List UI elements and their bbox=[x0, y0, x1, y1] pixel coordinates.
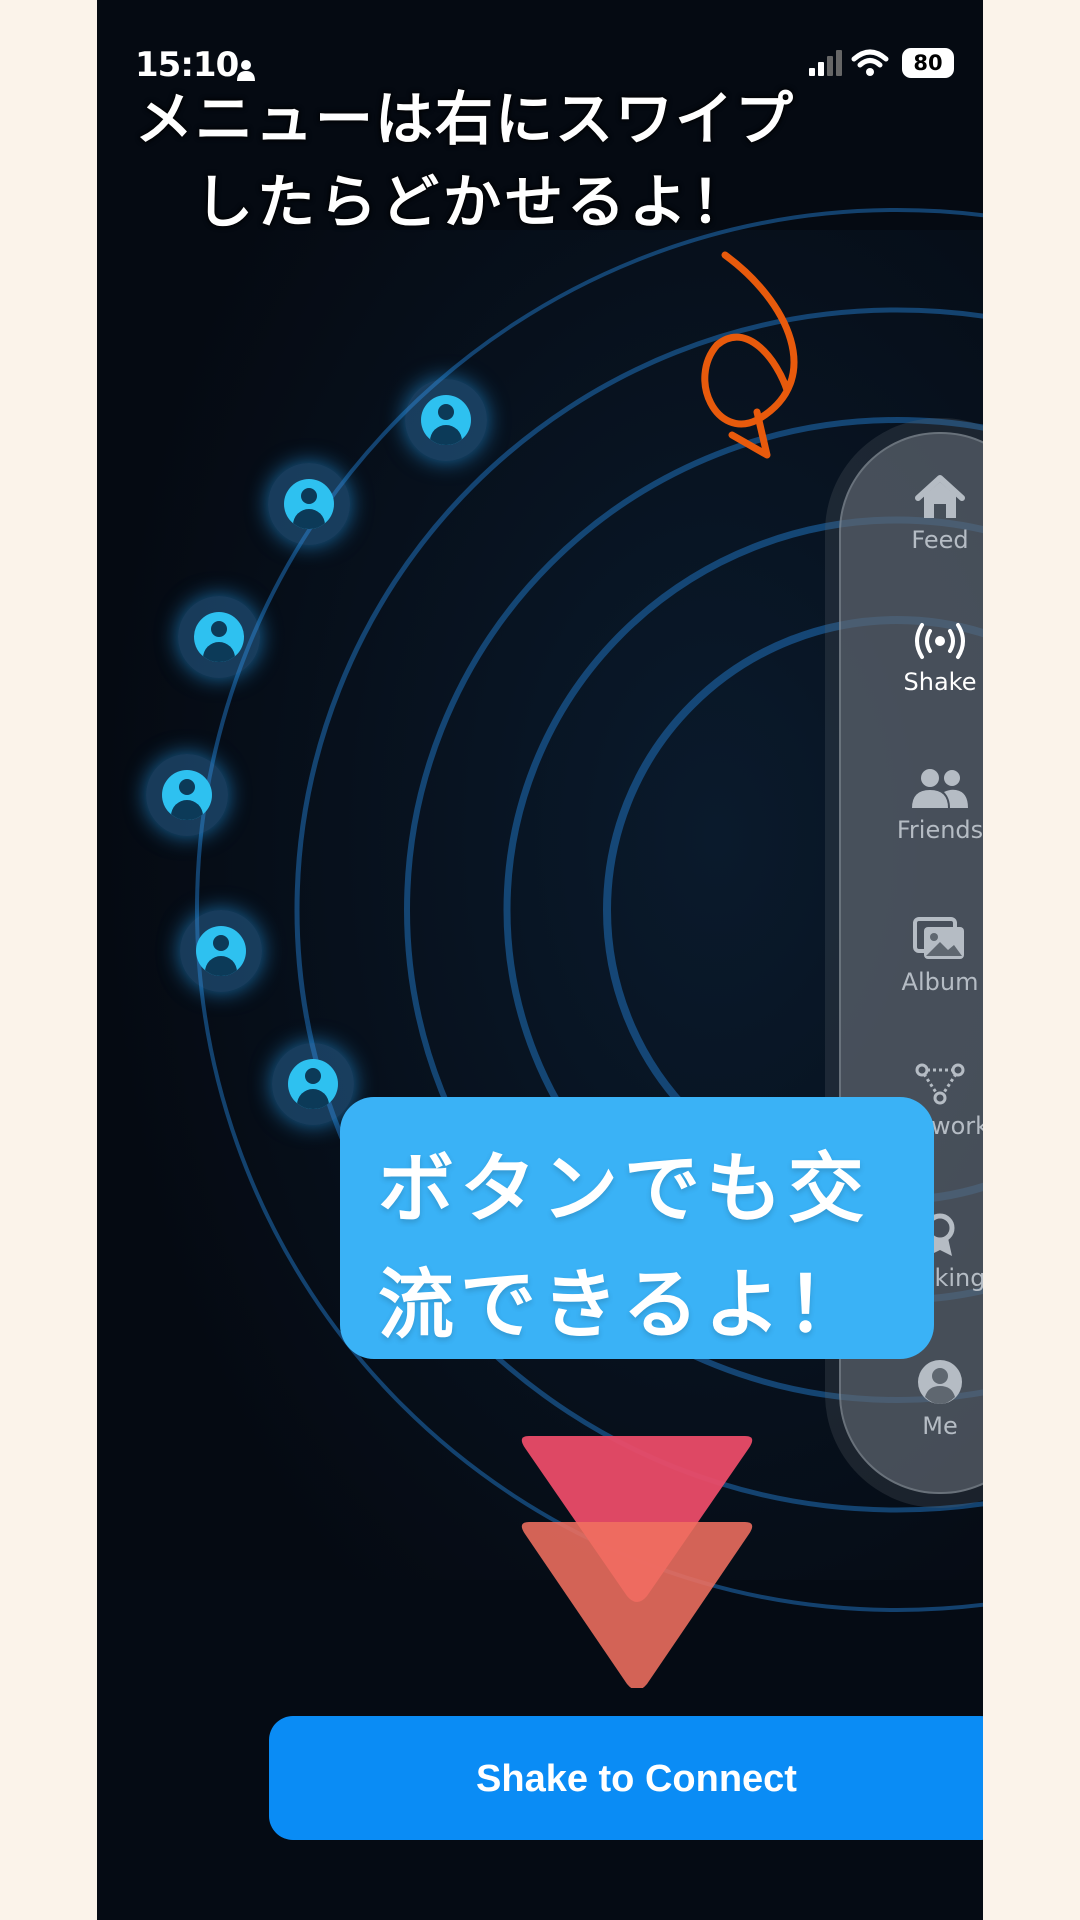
callout-text-line1: ボタンでも交 bbox=[378, 1144, 870, 1233]
menu-item-label: Feed bbox=[911, 526, 969, 554]
nearby-user-avatar[interactable] bbox=[180, 910, 262, 992]
people-icon bbox=[912, 769, 968, 808]
menu-item-shake[interactable]: Shake bbox=[841, 620, 983, 696]
nearby-user-avatar[interactable] bbox=[272, 1043, 354, 1125]
menu-item-friends[interactable]: Friends bbox=[841, 768, 983, 844]
nearby-user-avatar[interactable] bbox=[146, 754, 228, 836]
down-arrow-icon bbox=[521, 1436, 753, 1688]
wifi-icon bbox=[851, 49, 889, 76]
signal-icon bbox=[809, 50, 842, 76]
menu-item-label: Shake bbox=[903, 668, 977, 696]
broadcast-icon bbox=[915, 623, 965, 659]
callout-text-line2: 流できるよ！ bbox=[378, 1260, 869, 1349]
network-icon bbox=[915, 1063, 965, 1105]
annotation-title-line2: したらどかせるよ！ bbox=[195, 168, 754, 236]
menu-item-label: Friends bbox=[896, 816, 983, 844]
house-icon bbox=[915, 475, 965, 518]
phone-screen: 15:10 80 メニューは右にスワイプ したらどかせるよ！ Feed Shak… bbox=[97, 0, 983, 1920]
person-circle-icon bbox=[918, 1360, 962, 1404]
nearby-user-avatar[interactable] bbox=[405, 379, 487, 461]
nearby-user-avatar[interactable] bbox=[268, 463, 350, 545]
menu-item-feed[interactable]: Feed bbox=[841, 474, 983, 554]
menu-item-label: Me bbox=[922, 1412, 958, 1440]
menu-item-album[interactable]: Album bbox=[841, 916, 983, 996]
menu-item-label: Album bbox=[901, 968, 979, 996]
nearby-user-avatar[interactable] bbox=[178, 596, 260, 678]
annotation-title-line1: メニューは右にスワイプ bbox=[135, 85, 796, 153]
menu-item-me[interactable]: Me bbox=[841, 1358, 983, 1440]
orange-arrow-icon bbox=[701, 251, 798, 459]
callout-bubble: ボタンでも交 流できるよ！ bbox=[340, 1097, 934, 1359]
photos-icon bbox=[913, 917, 964, 959]
shake-to-connect-button[interactable]: Shake to Connect bbox=[269, 1716, 983, 1840]
battery-indicator: 80 bbox=[902, 48, 954, 78]
